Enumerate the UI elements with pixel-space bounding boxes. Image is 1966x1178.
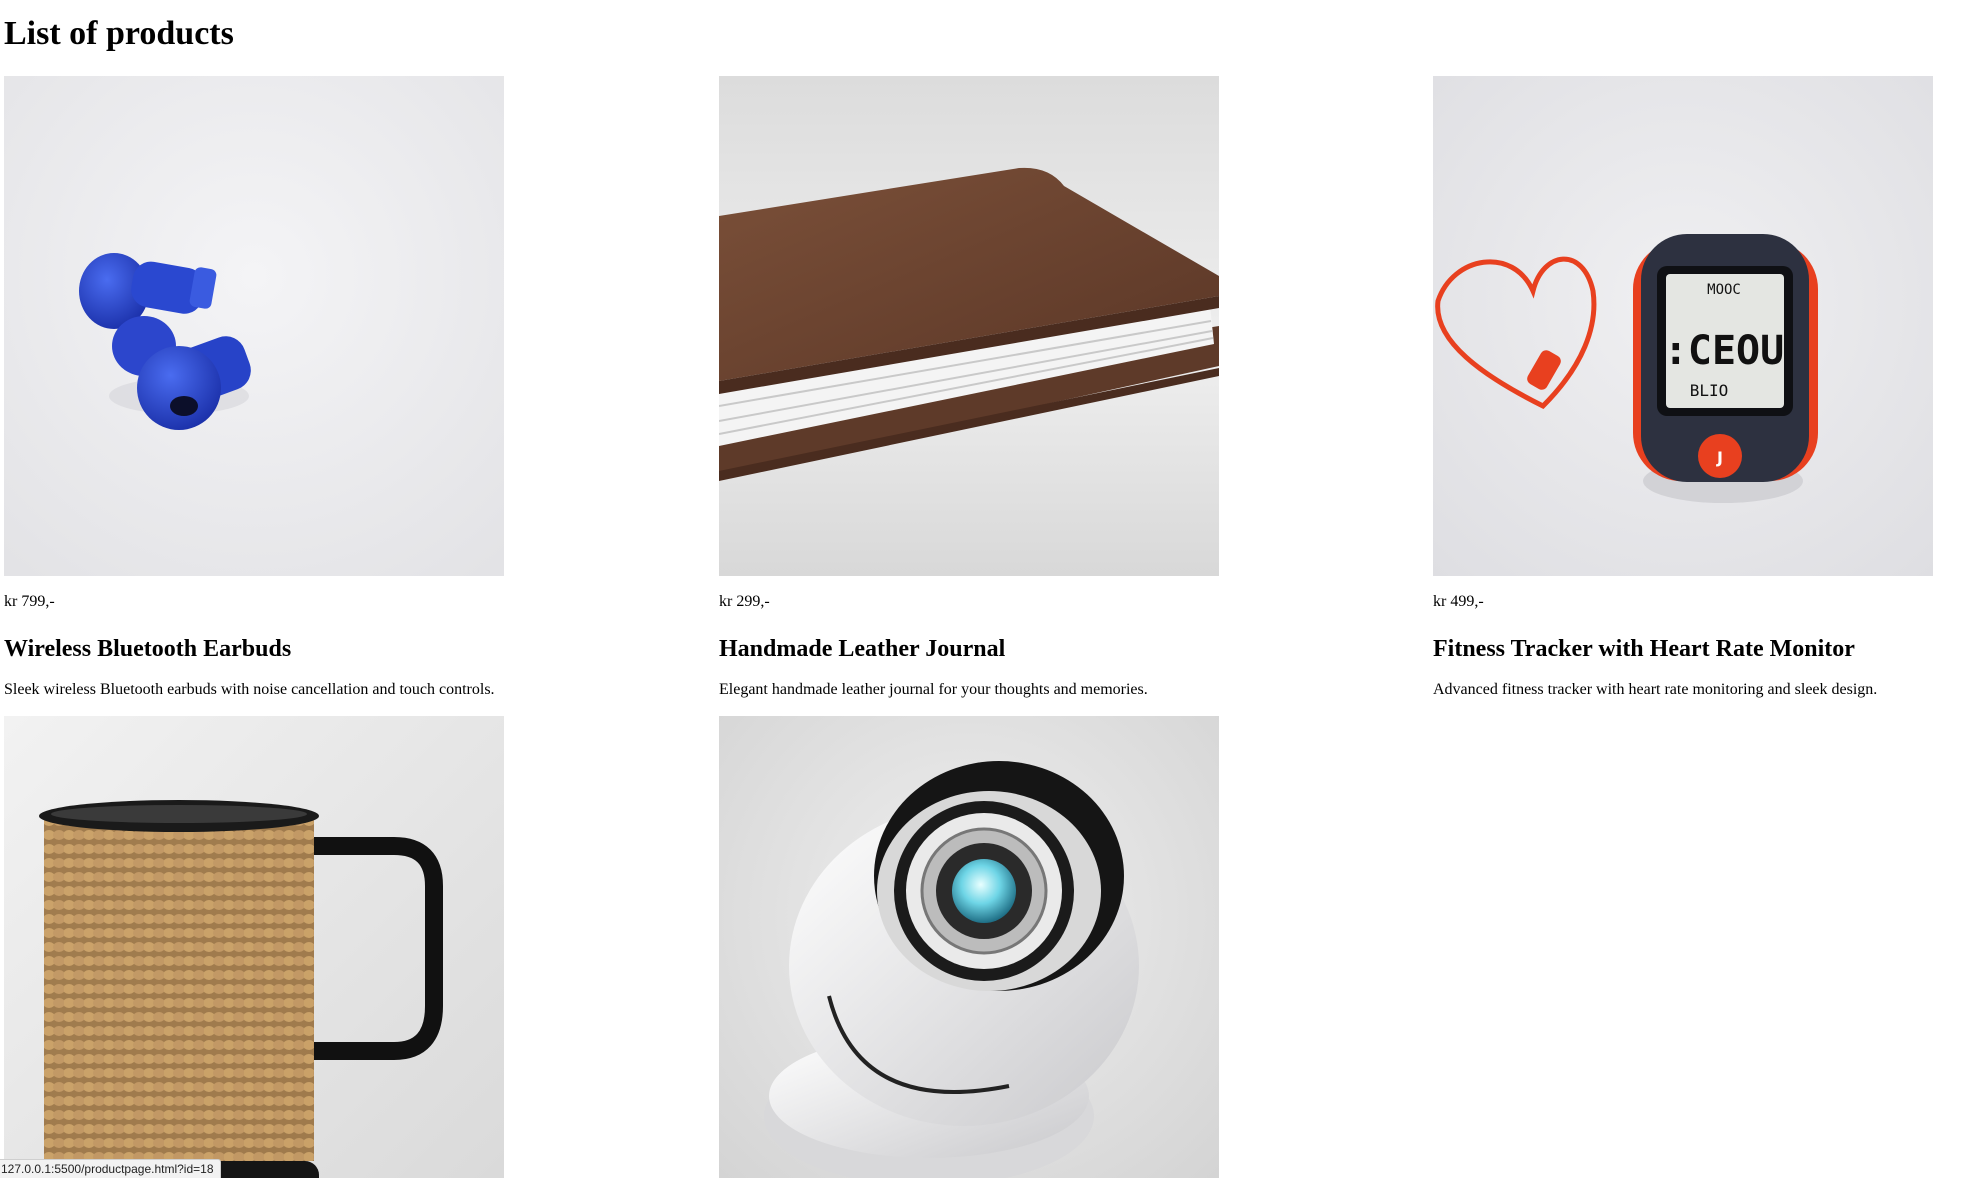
product-list-page: List of products kr 799,- Wireless Bluet… [0,0,1966,1178]
product-description: Elegant handmade leather journal for you… [719,681,1148,698]
tracker-screen-low: BLIO [1690,381,1729,400]
product-description: Advanced fitness tracker with heart rate… [1433,681,1878,698]
product-name[interactable]: Fitness Tracker with Heart Rate Monitor [1433,634,1855,664]
product-price: kr 799,- [4,593,55,610]
product-price: kr 299,- [719,593,770,610]
product-card-earbuds[interactable]: kr 799,- Wireless Bluetooth Earbuds Slee… [4,76,504,698]
browser-status-bar-url: 127.0.0.1:5500/productpage.html?id=18 [0,1159,221,1178]
page-title: List of products [4,15,234,52]
product-image-fitness-tracker[interactable]: MOOC :CEOU BLIO J [1433,76,1933,576]
product-image-journal[interactable] [719,76,1219,576]
product-price: kr 499,- [1433,593,1484,610]
product-card-mug[interactable] [4,716,504,1178]
product-card-security-camera[interactable] [719,716,1219,1178]
product-image-earbuds[interactable] [4,76,504,576]
tracker-screen-top: MOOC [1707,282,1741,298]
product-name[interactable]: Wireless Bluetooth Earbuds [4,634,291,664]
product-image-security-camera[interactable] [719,716,1219,1178]
tracker-screen-mid: :CEOU [1664,328,1784,374]
product-image-mug[interactable] [4,716,504,1178]
product-name[interactable]: Handmade Leather Journal [719,634,1005,664]
product-card-fitness-tracker[interactable]: MOOC :CEOU BLIO J kr 499,- Fitness Track… [1433,76,1933,698]
svg-text:J: J [1716,448,1723,467]
product-card-journal[interactable]: kr 299,- Handmade Leather Journal Elegan… [719,76,1219,698]
product-description: Sleek wireless Bluetooth earbuds with no… [4,681,495,698]
